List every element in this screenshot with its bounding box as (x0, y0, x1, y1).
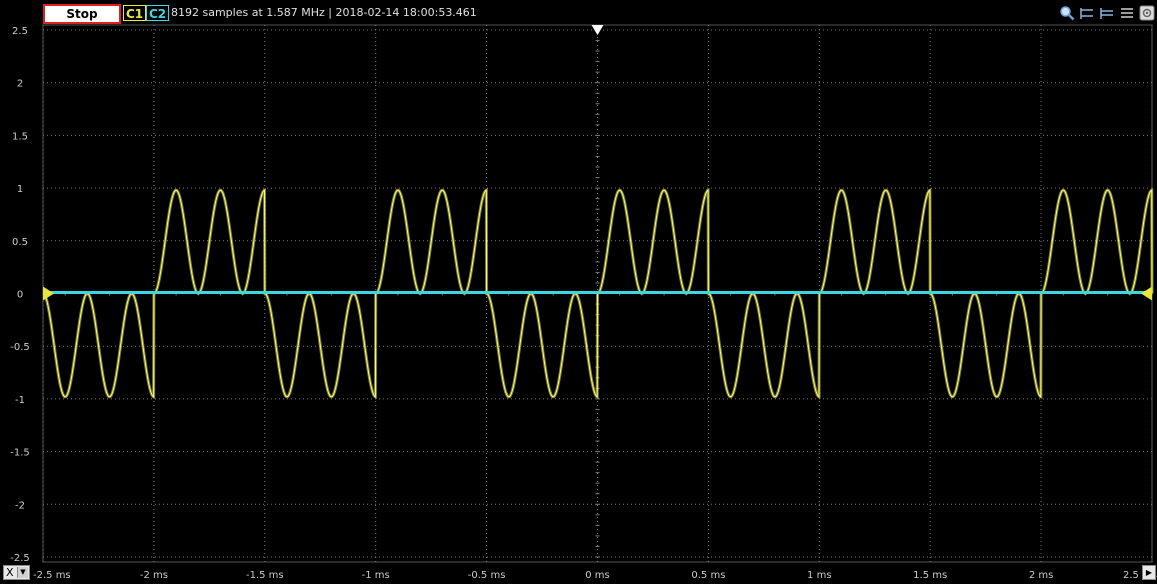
x-tick-label: -0.5 ms (468, 570, 506, 581)
x-tick-label: -1 ms (362, 570, 390, 581)
y-tick-label: 1 (17, 184, 23, 195)
acquisition-info: 8192 samples at 1.587 MHz | 2018-02-14 1… (171, 6, 477, 19)
x-tick-label: 0.5 ms (691, 570, 725, 581)
x-tick-label: -2 ms (140, 570, 168, 581)
list-icon[interactable] (1119, 5, 1135, 21)
y-tick-label: 0 (17, 290, 23, 301)
channel-2-toggle[interactable]: C2 (146, 5, 170, 21)
x-axis-selector[interactable]: X ▼ (3, 565, 30, 580)
cursor-tools-icon[interactable] (1079, 5, 1095, 21)
chevron-right-icon: ▶ (1145, 568, 1153, 577)
x-tick-label: 1.5 ms (913, 570, 947, 581)
toolbar: Stop C1 C2 8192 samples at 1.587 MHz | 2… (0, 0, 1157, 24)
y-tick-label: -0.5 (10, 342, 30, 353)
scroll-right-control[interactable]: ▶ (1142, 565, 1156, 580)
y-tick-label: 2 (17, 79, 23, 90)
measure-tools-icon[interactable] (1099, 5, 1115, 21)
settings-gear-icon[interactable] (1139, 5, 1155, 21)
y-tick-label: -2 (15, 500, 25, 511)
x-tick-label: -2.5 ms (33, 570, 71, 581)
x-tick-label: 2 ms (1029, 570, 1054, 581)
y-tick-label: -1.5 (10, 448, 30, 459)
x-tick-label: -1.5 ms (246, 570, 284, 581)
stop-button[interactable]: Stop (43, 4, 121, 24)
y-tick-label: 1.5 (12, 131, 28, 142)
y-tick-label: -1 (15, 395, 25, 406)
channel-1-toggle[interactable]: C1 (123, 5, 147, 21)
x-tick-label: 0 ms (585, 570, 610, 581)
y-tick-label: -2.5 (10, 553, 30, 564)
plot-area[interactable]: 2.5 2 1.5 1 0.5 0 -0.5 -1 -1.5 -2 -2.5 -2.5 ms -2 m… (0, 0, 1157, 584)
chevron-down-icon[interactable]: ▼ (17, 567, 28, 578)
x-axis-selector-value: X (6, 566, 14, 579)
y-tick-label: 2.5 (12, 26, 28, 37)
zoom-icon[interactable] (1059, 5, 1075, 21)
y-tick-label: 0.5 (12, 237, 28, 248)
x-tick-label: 1 ms (807, 570, 832, 581)
